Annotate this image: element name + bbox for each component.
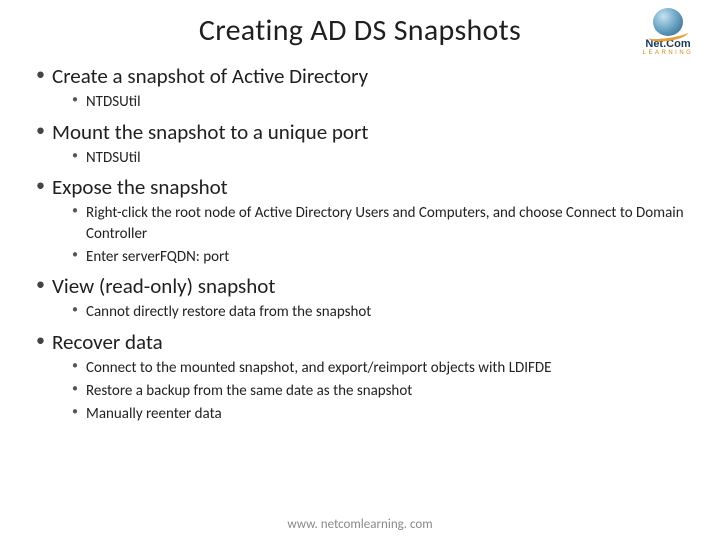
bullet-level1: Mount the snapshot to a unique port <box>34 119 690 145</box>
footer-url: www. netcomlearning. com <box>0 517 720 532</box>
bullet-level2: Connect to the mounted snapshot, and exp… <box>34 358 690 378</box>
brand-logo: Net.Com LEARNING <box>634 8 702 56</box>
globe-icon <box>653 8 683 36</box>
bullet-level2: Restore a backup from the same date as t… <box>34 381 690 401</box>
bullet-level1: Expose the snapshot <box>34 174 690 200</box>
logo-text-sub: LEARNING <box>643 50 694 56</box>
bullet-level2: Right-click the root node of Active Dire… <box>34 203 690 244</box>
bullet-level1: View (read-only) snapshot <box>34 273 690 299</box>
bullet-level2: Manually reenter data <box>34 404 690 424</box>
slide-title: Creating AD DS Snapshots <box>30 12 690 49</box>
bullet-level2: Cannot directly restore data from the sn… <box>34 302 690 322</box>
bullet-level2: NTDSUtil <box>34 148 690 168</box>
slide-content: Create a snapshot of Active Directory NT… <box>30 63 690 425</box>
bullet-level2: NTDSUtil <box>34 92 690 112</box>
bullet-level1: Recover data <box>34 329 690 355</box>
slide: Net.Com LEARNING Creating AD DS Snapshot… <box>0 0 720 540</box>
bullet-level2: Enter serverFQDN: port <box>34 247 690 267</box>
bullet-level1: Create a snapshot of Active Directory <box>34 63 690 89</box>
